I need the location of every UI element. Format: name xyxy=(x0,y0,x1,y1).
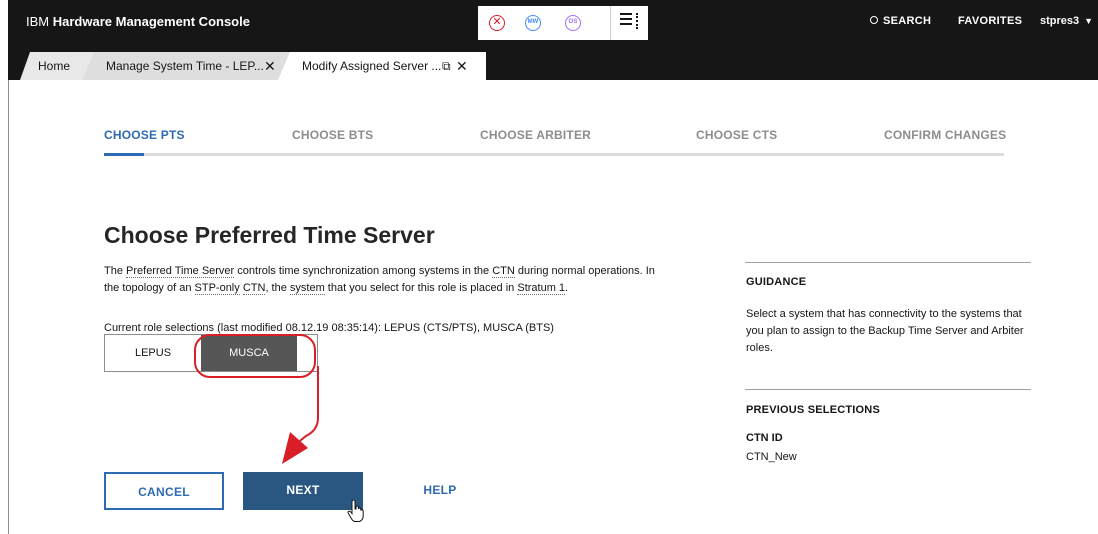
os-icon[interactable]: OS xyxy=(565,15,581,31)
term-link[interactable]: Preferred Time Server xyxy=(126,265,235,278)
term-link[interactable]: STP-only xyxy=(194,282,240,295)
page-title: Choose Preferred Time Server xyxy=(104,222,435,248)
app-title: IBM Hardware Management Console xyxy=(26,14,250,29)
annotation-arrow xyxy=(282,366,319,464)
ctn-id-value: CTN_New xyxy=(746,451,797,463)
help-button[interactable]: HELP xyxy=(410,472,470,510)
search-button[interactable]: SEARCH xyxy=(870,15,931,27)
progress-indicator xyxy=(104,153,144,156)
term-link[interactable]: Stratum 1 xyxy=(517,282,566,295)
tab-label: Modify Assigned Server ... xyxy=(302,59,442,73)
app-header: IBM Hardware Management Console ✕ MW OS … xyxy=(8,0,1098,46)
step-choose-cts[interactable]: CHOOSE CTS xyxy=(696,128,777,142)
mw-icon[interactable]: MW xyxy=(525,15,541,31)
term-link[interactable]: system xyxy=(289,282,325,295)
guidance-divider xyxy=(745,262,1031,263)
current-role-selections: Current role selections (last modified 0… xyxy=(104,322,554,334)
step-confirm-changes[interactable]: CONFIRM CHANGES xyxy=(884,128,1006,142)
system-option-lepus[interactable]: LEPUS xyxy=(105,335,201,371)
popout-icon[interactable]: ⧉ xyxy=(442,52,451,80)
content-border xyxy=(8,80,9,534)
ctn-id-label: CTN ID xyxy=(746,432,783,444)
close-icon[interactable]: ✕ xyxy=(456,52,468,80)
previous-selections-heading: PREVIOUS SELECTIONS xyxy=(746,404,880,416)
caret-down-icon: ▼ xyxy=(1084,16,1094,26)
tab-label: Manage System Time - LEP... xyxy=(106,59,264,73)
user-menu[interactable]: stpres3 ▼ xyxy=(1040,15,1093,27)
step-choose-pts[interactable]: CHOOSE PTS xyxy=(104,128,185,142)
status-divider xyxy=(610,6,611,40)
step-choose-bts[interactable]: CHOOSE BTS xyxy=(292,128,373,142)
term-link[interactable]: CTN xyxy=(492,265,515,278)
search-label: SEARCH xyxy=(883,15,932,27)
error-icon[interactable]: ✕ xyxy=(489,15,505,31)
term-link[interactable]: CTN xyxy=(242,282,266,295)
progress-track xyxy=(104,153,1004,156)
previous-selections-divider xyxy=(745,389,1031,390)
user-name: stpres3 xyxy=(1040,15,1080,27)
hand-cursor-icon xyxy=(347,500,364,522)
tab-manage-system-time[interactable]: Manage System Time - LEP... ✕ xyxy=(82,52,294,80)
tab-strip: Home Manage System Time - LEP... ✕ Modif… xyxy=(8,46,1098,80)
status-indicators: ✕ MW OS xyxy=(478,6,648,40)
tab-modify-assigned-server[interactable]: Modify Assigned Server ... ⧉ ✕ xyxy=(278,52,486,80)
guidance-heading: GUIDANCE xyxy=(746,276,807,288)
step-choose-arbiter[interactable]: CHOOSE ARBITER xyxy=(480,128,591,142)
next-button[interactable]: NEXT xyxy=(243,472,363,510)
guidance-text: Select a system that has connectivity to… xyxy=(746,308,1024,354)
brand-label: IBM xyxy=(26,14,50,29)
search-icon xyxy=(870,16,878,24)
task-list-icon[interactable] xyxy=(620,13,638,31)
tab-label: Home xyxy=(38,59,71,73)
app-name: Hardware Management Console xyxy=(52,14,250,29)
description: The Preferred Time Server controls time … xyxy=(104,265,655,295)
favorites-button[interactable]: FAVORITES xyxy=(958,15,1022,27)
cancel-button[interactable]: CANCEL xyxy=(104,472,224,510)
close-icon[interactable]: ✕ xyxy=(264,52,276,80)
